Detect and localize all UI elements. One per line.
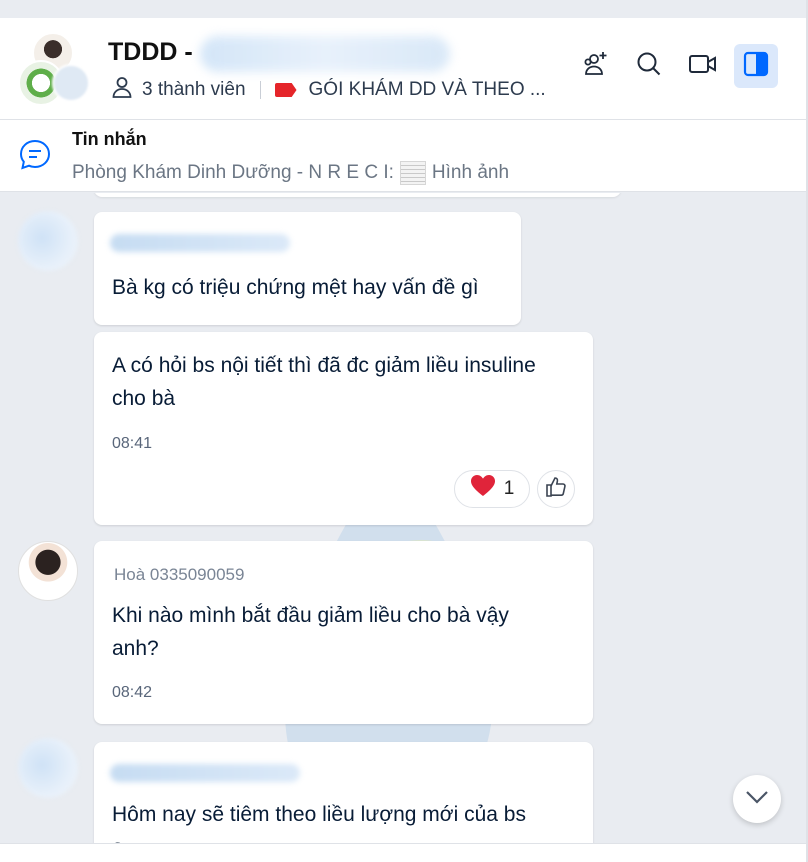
pinned-title: Tin nhắn [72, 129, 147, 149]
pinned-message-bar[interactable]: Tin nhắn Phòng Khám Dinh Dưỡng - N R E C… [0, 120, 806, 192]
image-thumbnail [399, 161, 426, 185]
chevron-down-icon [744, 789, 770, 810]
video-call-button[interactable] [681, 44, 725, 88]
thumbs-up-icon [545, 476, 567, 503]
search-button[interactable] [627, 44, 671, 88]
chat-header: TDDD - 3 thành viên GÓI KHÁM DD VÀ THEO … [0, 18, 806, 120]
add-member-button[interactable] [574, 44, 618, 88]
react-button[interactable] [537, 470, 575, 508]
divider [259, 81, 261, 99]
conversation-label[interactable]: GÓI KHÁM DD VÀ THEO ... [309, 79, 546, 101]
conversation-title[interactable]: TDDD - [108, 38, 193, 67]
message-text-line: Hôm nay sẽ tiêm theo liều lượng mới của … [112, 803, 526, 826]
message-text: Bà kg có triệu chứng mệt hay vấn đề gì [112, 276, 479, 299]
conversation-info-toggle[interactable] [734, 44, 778, 88]
label-tag-icon [274, 83, 297, 97]
message-text-line: A có hỏi bs nội tiết thì đã đc giảm liều… [112, 354, 536, 377]
message-text-line: cho bà [112, 387, 176, 410]
message-bubble-icon [18, 138, 52, 177]
search-icon [635, 50, 663, 83]
sender-avatar-blurred[interactable] [18, 738, 78, 798]
composer-area-edge [0, 843, 808, 862]
message-list[interactable]: Bà kg có triệu chứng mệt hay vấn đề gì A… [0, 193, 806, 843]
heart-icon [470, 474, 496, 504]
reaction-count: 1 [503, 478, 515, 499]
message-bubble[interactable]: Bà kg có triệu chứng mệt hay vấn đề gì [94, 212, 521, 325]
redacted-title [200, 36, 450, 72]
message-timestamp: 08:42 [112, 684, 153, 701]
sender-avatar-blurred[interactable] [18, 211, 78, 271]
pinned-sender: Phòng Khám Dinh Dưỡng - N R E C I: [72, 162, 394, 183]
redacted-sender-name [110, 764, 300, 782]
member-avatar-blurred [52, 64, 90, 102]
sender-name[interactable]: Hoà 0335090059 [114, 565, 244, 585]
message-timestamp: 08:41 [112, 435, 153, 452]
user-icon [110, 75, 134, 105]
group-avatar[interactable] [18, 32, 92, 106]
message-text-line: ạ [112, 831, 124, 843]
message-bubble[interactable]: Hoà 0335090059 Khi nào mình bắt đầu giảm… [94, 541, 593, 724]
reaction-summary[interactable]: 1 [454, 470, 530, 508]
window-top-strip [0, 0, 808, 18]
add-user-icon [581, 49, 611, 84]
message-text-line: anh? [112, 637, 159, 660]
scroll-to-bottom-button[interactable] [733, 775, 781, 823]
video-camera-icon [688, 52, 718, 81]
pinned-content: Hình ảnh [431, 162, 510, 183]
member-count[interactable]: 3 thành viên [142, 79, 246, 101]
pinned-preview: Phòng Khám Dinh Dưỡng - N R E C I: Hình … [72, 161, 509, 185]
previous-message-bubble [94, 193, 621, 197]
sender-avatar[interactable] [18, 541, 78, 601]
message-text-line: Khi nào mình bắt đầu giảm liều cho bà vậ… [112, 604, 509, 627]
redacted-sender-name [110, 234, 290, 252]
side-panel-icon [743, 51, 769, 82]
message-bubble[interactable]: Hôm nay sẽ tiêm theo liều lượng mới của … [94, 742, 593, 843]
conversation-subtitle: 3 thành viên GÓI KHÁM DD VÀ THEO ... [110, 75, 546, 105]
